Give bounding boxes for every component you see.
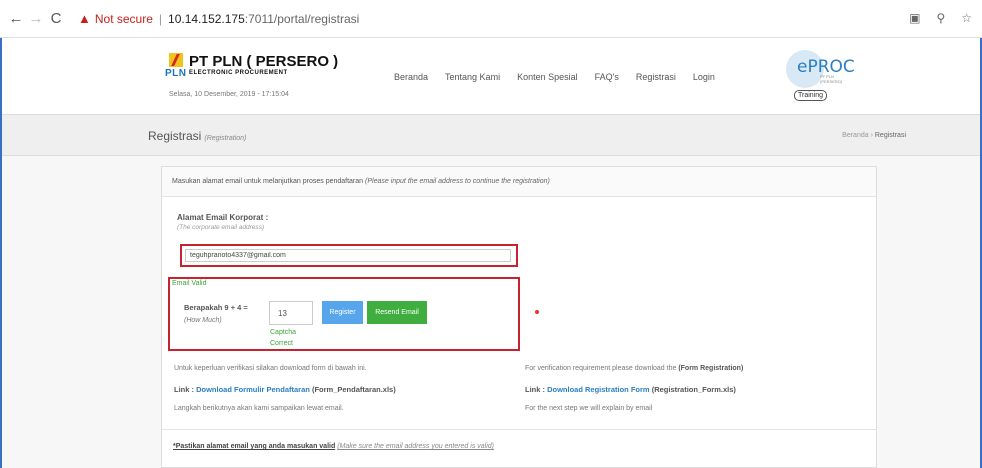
main-nav: Beranda Tentang Kami Konten Spesial FAQ'… (394, 72, 715, 82)
logo-text: PLN (165, 68, 187, 79)
verification-text-en: For verification requirement please down… (525, 365, 743, 372)
brand-subtitle: ELECTRONIC PROCUREMENT (189, 70, 288, 76)
pln-logo[interactable]: PLN (165, 53, 187, 81)
header-datetime: Selasa, 10 Desember, 2019 - 17:15:04 (169, 91, 289, 98)
footer-note-en: (Make sure the email address you entered… (337, 443, 494, 450)
intro-text: Masukan alamat email untuk melanjutkan p… (172, 178, 550, 185)
captcha-status: Captcha Correct (270, 329, 297, 347)
footer-note-id: *Pastikan alamat email yang anda masukan… (173, 443, 336, 450)
nav-tentang-kami[interactable]: Tentang Kami (445, 72, 500, 82)
eproc-logo: ePROC PT PLN (PERSERO) Training (780, 50, 855, 106)
eproc-logo-small: PT PLN (PERSERO) (820, 74, 843, 84)
link-prefix-en: Link : (525, 385, 545, 394)
download-link-id-row: Link : Download Formulir Pendaftaran (Fo… (174, 385, 396, 394)
nav-konten-spesial[interactable]: Konten Spesial (517, 72, 578, 82)
email-input[interactable] (185, 249, 511, 262)
page-title-en: (Registration) (204, 135, 247, 142)
download-registration-link[interactable]: Download Registration Form (547, 385, 650, 394)
registration-panel: Masukan alamat email untuk melanjutkan p… (161, 166, 877, 468)
intro-text-id: Masukan alamat email untuk melanjutkan p… (172, 178, 364, 185)
captcha-question-en: (How Much) (184, 317, 222, 324)
required-dot (535, 310, 539, 314)
address-bar[interactable]: 10.14.152.175:7011/portal/registrasi (168, 12, 359, 26)
site-header: PLN PT PLN ( PERSERO ) ELECTRONIC PROCUR… (2, 38, 980, 114)
next-step-text-id: Langkah berikutnya akan kami sampaikan l… (174, 405, 344, 412)
captcha-question: Berapakah 9 + 4 = (184, 303, 248, 312)
browser-icons: ▣ ⚲ ☆ (909, 11, 972, 25)
footer-note: *Pastikan alamat email yang anda masukan… (173, 443, 494, 450)
link-prefix-id: Link : (174, 385, 194, 394)
bookmark-star-icon[interactable]: ☆ (961, 11, 972, 25)
download-link-en-row: Link : Download Registration Form (Regis… (525, 385, 736, 394)
url-path: :7011/portal/registrasi (244, 11, 360, 26)
zoom-icon[interactable]: ⚲ (936, 11, 945, 25)
panel-header: Masukan alamat email untuk melanjutkan p… (162, 167, 876, 197)
verification-text-en-main: For verification requirement please down… (525, 365, 677, 372)
captcha-highlight-box: Email Valid Berapakah 9 + 4 = (How Much)… (168, 277, 520, 351)
page-title: Registrasi (Registration) (148, 129, 246, 143)
email-label-en: (The corporate email address) (177, 224, 265, 231)
warning-icon[interactable]: ▲ (78, 11, 91, 26)
breadcrumb-separator: › (870, 132, 873, 139)
url-host: 10.14.152.175 (168, 11, 245, 26)
email-label: Alamat Email Korporat : (177, 213, 269, 222)
forward-icon[interactable]: → (26, 10, 46, 27)
email-highlight-box (180, 244, 518, 267)
download-formulir-link[interactable]: Download Formulir Pendaftaran (196, 385, 310, 394)
security-label[interactable]: Not secure (95, 12, 153, 26)
captcha-input[interactable] (269, 301, 313, 325)
nav-registrasi[interactable]: Registrasi (636, 72, 676, 82)
footer-divider (162, 429, 876, 430)
breadcrumb: Beranda › Registrasi (842, 132, 906, 139)
lightning-bolt-icon (169, 53, 183, 67)
page-title-text: Registrasi (148, 129, 202, 143)
page-title-bar: Registrasi (Registration) Beranda › Regis… (2, 114, 980, 156)
link-suffix-en: (Registration_Form.xls) (651, 385, 736, 394)
brand-title: PT PLN ( PERSERO ) (189, 53, 339, 70)
email-valid-status: Email Valid (172, 280, 207, 287)
resend-email-button[interactable]: Resend Email (367, 301, 427, 324)
breadcrumb-current: Registrasi (874, 132, 906, 139)
verification-text-en-bold: (Form Registration) (678, 365, 744, 372)
next-step-text-en: For the next step we will explain by ema… (525, 405, 653, 412)
register-button[interactable]: Register (322, 301, 363, 324)
link-suffix-id: (Form_Pendaftaran.xls) (311, 385, 396, 394)
url-separator: | (158, 11, 163, 26)
training-badge: Training (794, 90, 828, 101)
back-icon[interactable]: ← (6, 10, 26, 27)
browser-toolbar: ← → C ▲ Not secure | 10.14.152.175:7011/… (0, 0, 982, 38)
translate-icon[interactable]: ▣ (909, 11, 920, 25)
breadcrumb-home[interactable]: Beranda (842, 132, 868, 139)
nav-login[interactable]: Login (693, 72, 715, 82)
intro-text-en: (Please input the email address to conti… (365, 178, 550, 185)
nav-beranda[interactable]: Beranda (394, 72, 428, 82)
nav-faq[interactable]: FAQ's (595, 72, 619, 82)
reload-icon[interactable]: C (46, 10, 66, 27)
verification-text-id: Untuk keperluan verifikasi silakan downl… (174, 365, 367, 372)
